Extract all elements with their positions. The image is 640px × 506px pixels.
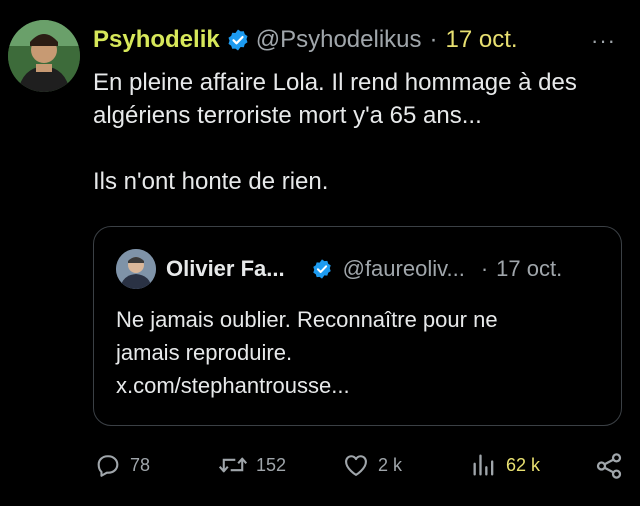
views-button[interactable]: 62 k [470, 451, 540, 479]
reply-button[interactable]: 78 [94, 451, 150, 479]
repost-count: 152 [256, 454, 287, 475]
share-icon [596, 453, 622, 479]
author-avatar[interactable] [8, 20, 80, 92]
verified-icon [228, 29, 248, 51]
quoted-text-line: Ne jamais oublier. Reconnaître pour ne [116, 307, 498, 332]
tweet-date[interactable]: 17 oct. [446, 26, 518, 54]
share-button[interactable] [594, 451, 624, 486]
verified-icon [312, 259, 331, 279]
views-icon [473, 454, 494, 476]
repost-button[interactable]: 152 [218, 451, 286, 479]
repost-icon [218, 457, 248, 473]
quoted-author-name[interactable]: Olivier Fa... [166, 256, 285, 282]
quoted-author-avatar[interactable] [116, 249, 156, 289]
like-count: 2 k [378, 454, 403, 475]
quoted-header: Olivier Fa... @faureoliv... · 17 oct. [166, 256, 562, 282]
quoted-text: Ne jamais oublier. Reconnaître pour ne j… [116, 303, 596, 402]
more-icon[interactable]: ··· [591, 28, 616, 54]
tweet-text: En pleine affaire Lola. Il rend hommage … [93, 66, 628, 198]
quoted-separator: · [480, 256, 489, 281]
tweet-text-paragraph-2: Ils n'ont honte de rien. [93, 168, 329, 195]
like-button[interactable]: 2 k [342, 451, 402, 479]
views-count: 62 k [506, 454, 541, 475]
quoted-date[interactable]: 17 oct. [496, 256, 562, 282]
like-icon [345, 455, 367, 476]
reply-icon [97, 455, 119, 477]
quoted-avatar-image [116, 249, 156, 289]
quoted-link[interactable]: x.com/stephantrousse... [116, 369, 596, 402]
tweet-text-paragraph-1: En pleine affaire Lola. Il rend hommage … [93, 69, 577, 129]
action-bar: 78 152 2 k 62 k [0, 451, 640, 485]
header-separator: · [429, 26, 438, 53]
avatar-image [8, 20, 80, 92]
quoted-tweet[interactable]: Olivier Fa... @faureoliv... · 17 oct. Ne… [93, 226, 622, 426]
quoted-text-line: jamais reproduire. [116, 340, 293, 365]
author-name[interactable]: Psyhodelik [93, 26, 220, 54]
author-handle[interactable]: @Psyhodelikus [256, 26, 422, 54]
tweet-header: Psyhodelik @Psyhodelikus · 17 oct. [93, 26, 518, 54]
quoted-author-handle[interactable]: @faureoliv... [343, 256, 465, 282]
reply-count: 78 [130, 454, 151, 475]
